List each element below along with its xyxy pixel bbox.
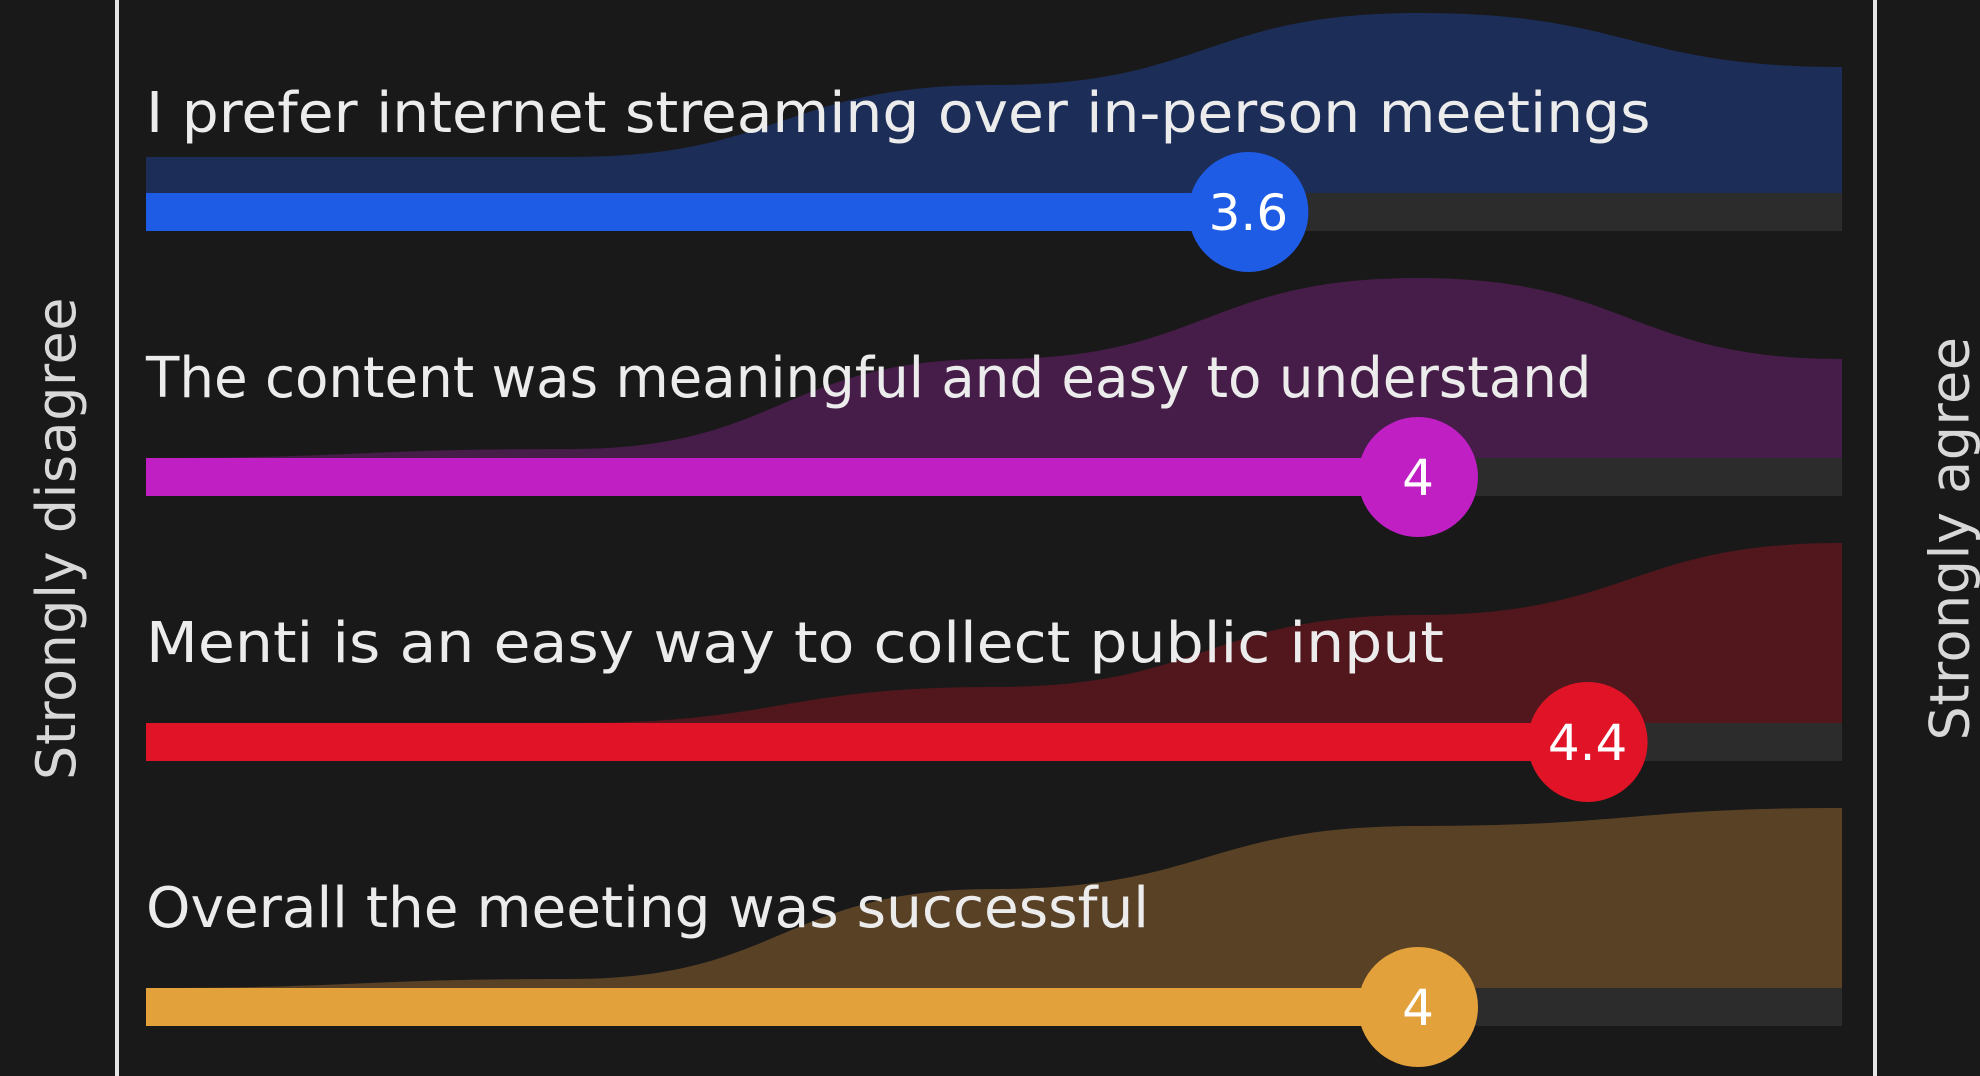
value-label: 4.4 [1548, 714, 1628, 772]
bar-fill [146, 988, 1418, 1026]
statement-label: Menti is an easy way to collect public i… [146, 611, 1444, 676]
bar-fill [146, 193, 1249, 231]
statement-row: Overall the meeting was successful 4 [146, 808, 1842, 1067]
strongly-agree-text: Strongly agree [1918, 336, 1980, 740]
bar-fill [146, 458, 1418, 496]
statement-label: I prefer internet streaming over in-pers… [146, 81, 1651, 146]
value-label: 4 [1402, 449, 1434, 507]
value-label: 3.6 [1209, 184, 1289, 242]
statement-row: Menti is an easy way to collect public i… [146, 543, 1842, 802]
scale-chart: I prefer internet streaming over in-pers… [145, 13, 1842, 1067]
value-label: 4 [1402, 979, 1434, 1037]
statement-row: I prefer internet streaming over in-pers… [146, 13, 1842, 272]
bar-fill [146, 723, 1588, 761]
statement-label: The content was meaningful and easy to u… [145, 346, 1591, 411]
statement-label: Overall the meeting was successful [146, 876, 1149, 941]
strongly-agree-label: Strongly agree [1900, 0, 1980, 1076]
right-scale-divider [1873, 0, 1877, 1076]
statement-row: The content was meaningful and easy to u… [145, 278, 1842, 537]
